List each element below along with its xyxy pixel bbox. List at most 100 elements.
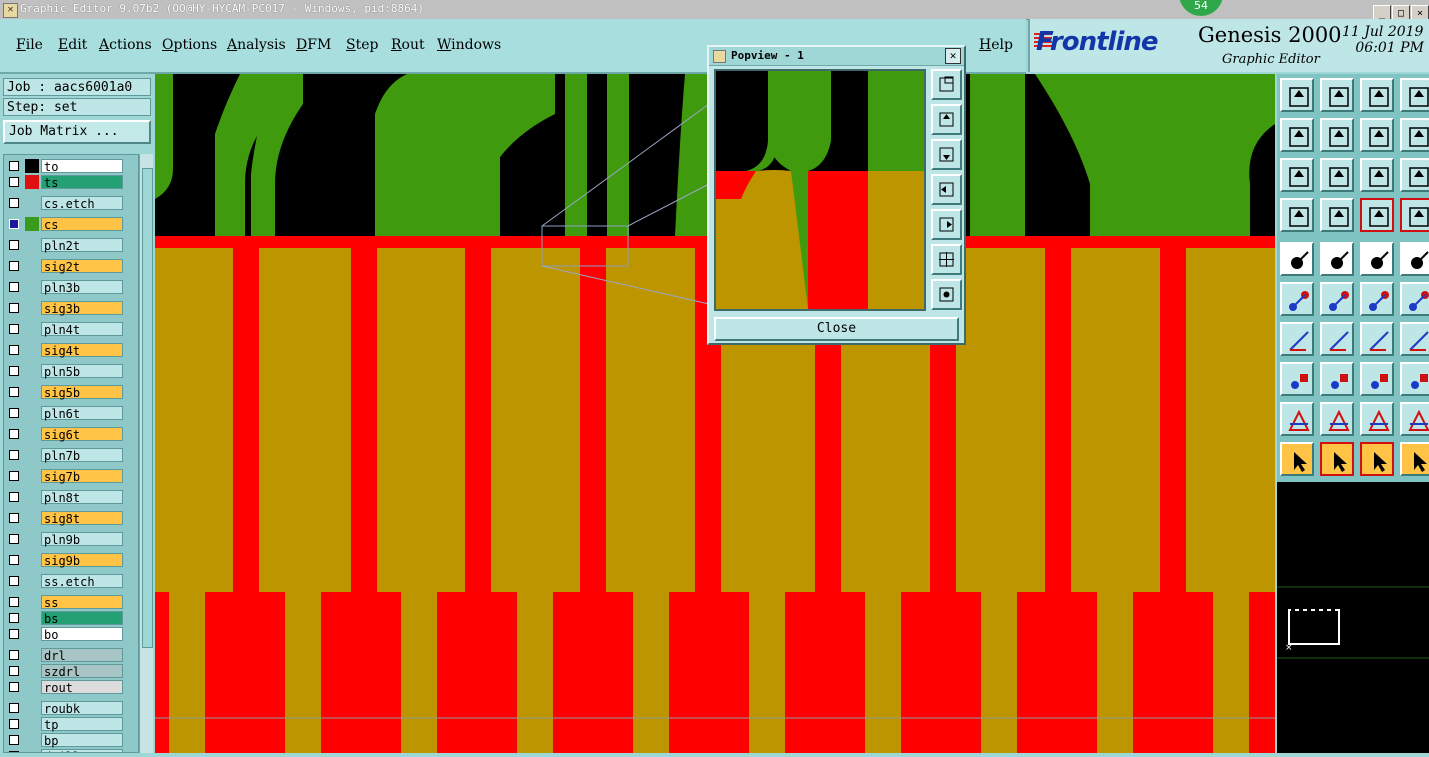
layer-name[interactable]: sig7b <box>41 469 123 484</box>
tool-ruler-button[interactable] <box>1360 242 1394 276</box>
tool-line-pad-button[interactable] <box>1360 282 1394 316</box>
tool-left-arrow-button[interactable] <box>1280 118 1314 152</box>
menu-file[interactable]: File <box>16 37 43 53</box>
popview-tool-right[interactable] <box>931 209 962 240</box>
menu-windows[interactable]: Windows <box>437 37 501 53</box>
layer-row-pln5b[interactable]: pln5b <box>6 363 126 379</box>
layer-row-szdrl[interactable]: szdrl <box>6 663 126 679</box>
layer-row-bo[interactable]: bo <box>6 626 126 642</box>
menu-dfm[interactable]: DFM <box>296 37 331 53</box>
layer-checkbox[interactable] <box>9 629 19 639</box>
layer-row-sig6t[interactable]: sig6t <box>6 426 126 442</box>
menu-step[interactable]: Step <box>346 37 378 53</box>
layer-checkbox[interactable] <box>9 198 19 208</box>
tool-triangle-button[interactable] <box>1280 402 1314 436</box>
layer-row-rout[interactable]: rout <box>6 679 126 695</box>
tool-home-button[interactable] <box>1280 78 1314 112</box>
layer-checkbox[interactable] <box>9 429 19 439</box>
job-matrix-button[interactable]: Job Matrix ... <box>3 120 151 144</box>
layer-row-bp[interactable]: bp <box>6 732 126 748</box>
layer-name[interactable]: sig8t <box>41 511 123 526</box>
layer-row-drill[interactable]: drill <box>6 748 126 752</box>
layer-name[interactable]: roubk <box>41 701 123 716</box>
layer-name[interactable]: to <box>41 159 123 174</box>
layer-name[interactable]: sig3b <box>41 301 123 316</box>
layer-row-sig3b[interactable]: sig3b <box>6 300 126 316</box>
tool-grid-button[interactable] <box>1320 198 1354 232</box>
tool-triangle-ext-button[interactable] <box>1360 402 1394 436</box>
layer-checkbox[interactable] <box>9 576 19 586</box>
layer-row-cs-etch[interactable]: cs.etch <box>6 195 126 211</box>
layer-name[interactable]: sig6t <box>41 427 123 442</box>
menu-options[interactable]: Options <box>162 37 217 53</box>
layer-name[interactable]: pln8t <box>41 490 123 505</box>
layer-checkbox[interactable] <box>9 161 19 171</box>
tool-settings-button[interactable] <box>1280 198 1314 232</box>
tool-zoom-home-button[interactable] <box>1320 158 1354 192</box>
tool-redo-button[interactable] <box>1400 118 1429 152</box>
tool-window-button[interactable] <box>1400 78 1429 112</box>
layer-name[interactable]: cs <box>41 217 123 232</box>
layer-name[interactable]: szdrl <box>41 664 123 679</box>
layer-row-ts[interactable]: ts <box>6 174 126 190</box>
popview-titlebar[interactable]: Popview - 1 ✕ <box>709 47 964 66</box>
layer-name[interactable]: bs <box>41 611 123 626</box>
layer-row-sig5b[interactable]: sig5b <box>6 384 126 400</box>
tool-slot-button[interactable] <box>1320 362 1354 396</box>
layer-checkbox[interactable] <box>9 366 19 376</box>
layer-row-pln8t[interactable]: pln8t <box>6 489 126 505</box>
layer-checkbox[interactable] <box>9 219 19 229</box>
menu-actions[interactable]: Actions <box>99 37 152 53</box>
layer-row-sig7b[interactable]: sig7b <box>6 468 126 484</box>
layer-name[interactable]: sig5b <box>41 385 123 400</box>
popview-close-button[interactable]: Close <box>714 317 959 341</box>
tool-measure-button[interactable] <box>1360 362 1394 396</box>
layer-row-pln6t[interactable]: pln6t <box>6 405 126 421</box>
layer-checkbox[interactable] <box>9 471 19 481</box>
menu-analysis[interactable]: Analysis <box>227 37 286 53</box>
popview-close-icon[interactable]: ✕ <box>945 48 961 64</box>
layer-checkbox[interactable] <box>9 240 19 250</box>
layer-checkbox[interactable] <box>9 324 19 334</box>
layer-name[interactable]: sig2t <box>41 259 123 274</box>
scrollbar-thumb[interactable] <box>142 168 153 648</box>
layer-row-pln9b[interactable]: pln9b <box>6 531 126 547</box>
layer-name[interactable]: pln7b <box>41 448 123 463</box>
popview-tool-center[interactable] <box>931 279 962 310</box>
layer-checkbox[interactable] <box>9 408 19 418</box>
layer-row-to[interactable]: to <box>6 158 126 174</box>
tool-pointer-sel-button[interactable] <box>1360 442 1394 476</box>
layer-checkbox[interactable] <box>9 613 19 623</box>
layer-row-pln7b[interactable]: pln7b <box>6 447 126 463</box>
layer-row-bs[interactable]: bs <box>6 610 126 626</box>
layer-row-tp[interactable]: tp <box>6 716 126 732</box>
layer-checkbox[interactable] <box>9 282 19 292</box>
layer-name[interactable]: ts <box>41 175 123 190</box>
tool-down-arrow-button[interactable] <box>1320 78 1354 112</box>
layer-name[interactable]: bp <box>41 733 123 748</box>
popview-tool-left[interactable] <box>931 174 962 205</box>
layer-row-sig9b[interactable]: sig9b <box>6 552 126 568</box>
layer-checkbox[interactable] <box>9 450 19 460</box>
menu-rout[interactable]: Rout <box>391 37 425 53</box>
layer-checkbox[interactable] <box>9 555 19 565</box>
tool-triangle-alt-button[interactable] <box>1320 402 1354 436</box>
layer-row-sig4t[interactable]: sig4t <box>6 342 126 358</box>
popview-zoom-view[interactable] <box>714 69 926 311</box>
popview-tool-zoom[interactable] <box>931 69 962 100</box>
layer-row-pln4t[interactable]: pln4t <box>6 321 126 337</box>
tool-layers-button[interactable] <box>1360 198 1394 232</box>
tool-pointer-button[interactable] <box>1280 442 1314 476</box>
popview-artwork[interactable] <box>716 71 924 309</box>
tool-triangle-more-button[interactable] <box>1400 402 1429 436</box>
layer-row-pln2t[interactable]: pln2t <box>6 237 126 253</box>
layer-name[interactable]: pln2t <box>41 238 123 253</box>
layer-row-drl[interactable]: drl <box>6 647 126 663</box>
layer-name[interactable]: sig4t <box>41 343 123 358</box>
layer-name[interactable]: pln6t <box>41 406 123 421</box>
tool-help-button[interactable] <box>1400 158 1429 192</box>
layer-checkbox[interactable] <box>9 719 19 729</box>
layer-checkbox[interactable] <box>9 303 19 313</box>
tool-undo-button[interactable] <box>1360 118 1394 152</box>
tool-group-button[interactable] <box>1400 362 1429 396</box>
